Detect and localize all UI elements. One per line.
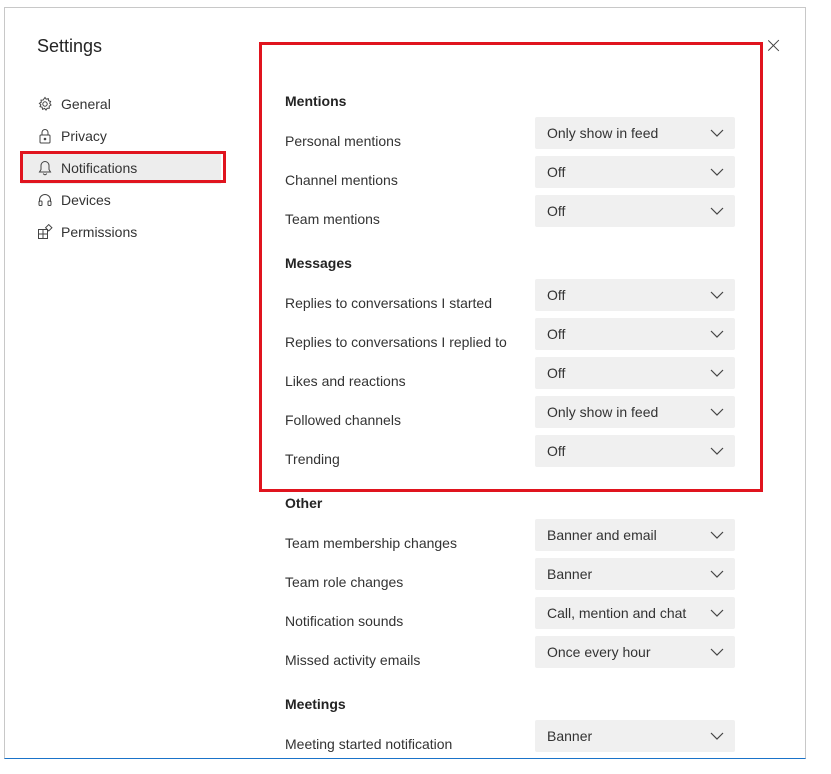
setting-row: Replies to conversations I started Off — [285, 279, 735, 319]
setting-row: Replies to conversations I replied to Of… — [285, 318, 735, 358]
setting-dropdown[interactable]: Banner — [535, 720, 735, 752]
dropdown-value: Banner — [547, 566, 593, 582]
setting-label: Team mentions — [285, 211, 380, 227]
section-title-meetings: Meetings — [285, 696, 346, 712]
dropdown-value: Off — [547, 443, 566, 459]
setting-row: Trending Off — [285, 435, 735, 475]
dropdown-value: Off — [547, 287, 566, 303]
section-title-mentions: Mentions — [285, 93, 347, 109]
setting-dropdown[interactable]: Off — [535, 357, 735, 389]
setting-label: Channel mentions — [285, 172, 398, 188]
dropdown-value: Banner — [547, 728, 593, 744]
nav-label-privacy: Privacy — [61, 128, 107, 144]
dropdown-value: Banner and email — [547, 527, 657, 543]
setting-row: Likes and reactions Off — [285, 357, 735, 397]
setting-label: Missed activity emails — [285, 652, 421, 668]
bell-icon — [38, 160, 52, 176]
dropdown-value: Off — [547, 365, 566, 381]
dropdown-value: Off — [547, 203, 566, 219]
setting-label: Likes and reactions — [285, 373, 406, 389]
setting-dropdown[interactable]: Only show in feed — [535, 396, 735, 428]
chevron-down-icon — [710, 408, 724, 416]
chevron-down-icon — [710, 129, 724, 137]
setting-dropdown[interactable]: Once every hour — [535, 636, 735, 668]
nav-item-devices[interactable]: Devices — [21, 184, 221, 216]
setting-dropdown[interactable]: Banner — [535, 558, 735, 590]
setting-row: Missed activity emails Once every hour — [285, 636, 735, 676]
grid-icon — [38, 224, 53, 239]
chevron-down-icon — [710, 168, 724, 176]
setting-label: Team role changes — [285, 574, 404, 590]
setting-dropdown[interactable]: Call, mention and chat — [535, 597, 735, 629]
nav-label-devices: Devices — [61, 192, 111, 208]
setting-label: Trending — [285, 451, 340, 467]
setting-label: Meeting started notification — [285, 736, 453, 752]
chevron-down-icon — [710, 732, 724, 740]
chevron-down-icon — [710, 330, 724, 338]
setting-row: Personal mentions Only show in feed — [285, 117, 735, 157]
chevron-down-icon — [710, 447, 724, 455]
dropdown-value: Only show in feed — [547, 404, 659, 420]
setting-label: Replies to conversations I replied to — [285, 334, 507, 350]
setting-dropdown[interactable]: Off — [535, 435, 735, 467]
chevron-down-icon — [710, 609, 724, 617]
settings-title: Settings — [37, 36, 103, 56]
setting-label: Team membership changes — [285, 535, 457, 551]
setting-row: Channel mentions Off — [285, 156, 735, 196]
setting-row: Team membership changes Banner and email — [285, 519, 735, 559]
setting-dropdown[interactable]: Off — [535, 318, 735, 350]
section-title-messages: Messages — [285, 255, 352, 271]
lock-icon — [39, 129, 51, 144]
setting-dropdown[interactable]: Off — [535, 156, 735, 188]
chevron-down-icon — [710, 207, 724, 215]
dropdown-value: Only show in feed — [547, 125, 659, 141]
settings-dialog: Settings General Privacy Notifications D… — [4, 7, 806, 759]
setting-dropdown[interactable]: Banner and email — [535, 519, 735, 551]
gear-icon — [38, 96, 52, 111]
setting-dropdown[interactable]: Off — [535, 279, 735, 311]
dropdown-value: Once every hour — [547, 644, 651, 660]
setting-label: Notification sounds — [285, 613, 404, 629]
nav-item-privacy[interactable]: Privacy — [21, 120, 221, 152]
chevron-down-icon — [710, 648, 724, 656]
setting-dropdown[interactable]: Only show in feed — [535, 117, 735, 149]
nav-item-permissions[interactable]: Permissions — [21, 216, 221, 248]
dropdown-value: Off — [547, 326, 566, 342]
chevron-down-icon — [710, 369, 724, 377]
setting-row: Team role changes Banner — [285, 558, 735, 598]
setting-row: Notification sounds Call, mention and ch… — [285, 597, 735, 637]
dropdown-value: Off — [547, 164, 566, 180]
chevron-down-icon — [710, 291, 724, 299]
chevron-down-icon — [710, 570, 724, 578]
chevron-down-icon — [710, 531, 724, 539]
setting-row: Team mentions Off — [285, 195, 735, 235]
close-icon[interactable] — [765, 37, 783, 55]
dropdown-value: Call, mention and chat — [547, 605, 687, 621]
section-title-other: Other — [285, 495, 323, 511]
setting-label: Replies to conversations I started — [285, 295, 492, 311]
headset-icon — [38, 194, 52, 206]
setting-dropdown[interactable]: Off — [535, 195, 735, 227]
setting-label: Followed channels — [285, 412, 401, 428]
setting-row: Followed channels Only show in feed — [285, 396, 735, 436]
nav-label-notifications: Notifications — [61, 160, 138, 176]
nav-label-general: General — [61, 96, 111, 112]
nav-label-permissions: Permissions — [61, 224, 138, 240]
setting-row: Meeting started notification Banner — [285, 720, 735, 758]
nav-item-general[interactable]: General — [21, 88, 221, 120]
nav-item-notifications[interactable]: Notifications — [21, 152, 221, 184]
setting-label: Personal mentions — [285, 133, 401, 149]
settings-nav: General Privacy Notifications Devices Pe… — [21, 88, 221, 248]
